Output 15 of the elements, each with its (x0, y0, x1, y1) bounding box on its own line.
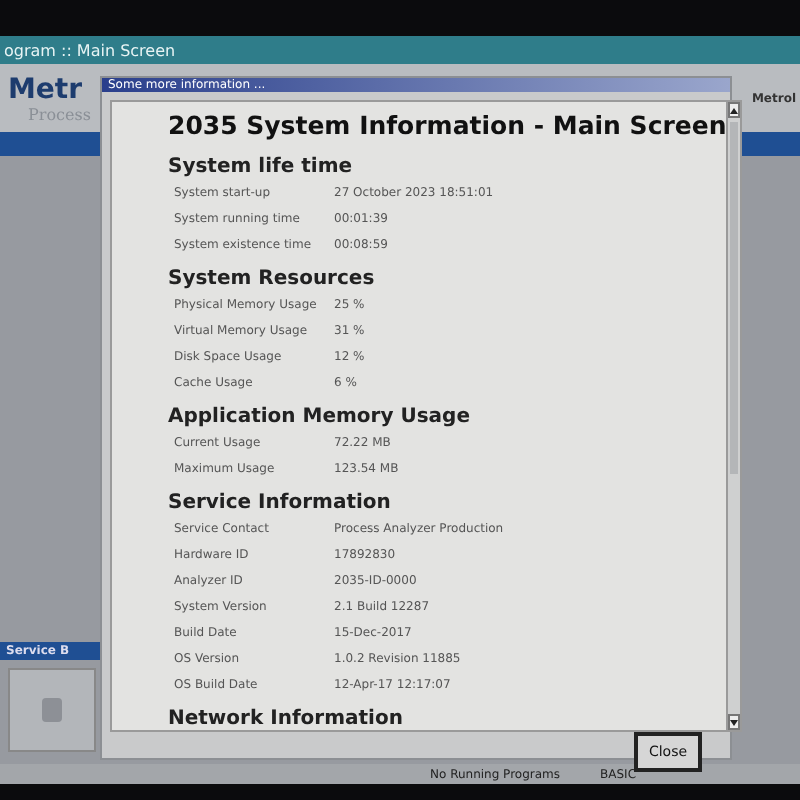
up-arrow-icon (730, 107, 739, 113)
tile-button[interactable] (8, 668, 96, 752)
scroll-up-button[interactable] (728, 102, 741, 118)
section-title: Network Information (168, 708, 405, 730)
section-title: System life time (168, 156, 355, 178)
section-title: Application Memory Usage (168, 406, 472, 428)
section-title: Service Information (168, 492, 393, 514)
logo-text: Metr (8, 73, 85, 105)
scroll-down-button[interactable] (728, 714, 741, 730)
window-title: ogram :: Main Screen (0, 36, 800, 64)
section-title: System Resources (168, 268, 377, 290)
page-heading: 2035 System Information - Main Screen (168, 110, 727, 140)
scrollbar[interactable] (728, 100, 743, 732)
scroll-thumb[interactable] (730, 122, 739, 474)
down-arrow-icon (730, 719, 739, 725)
